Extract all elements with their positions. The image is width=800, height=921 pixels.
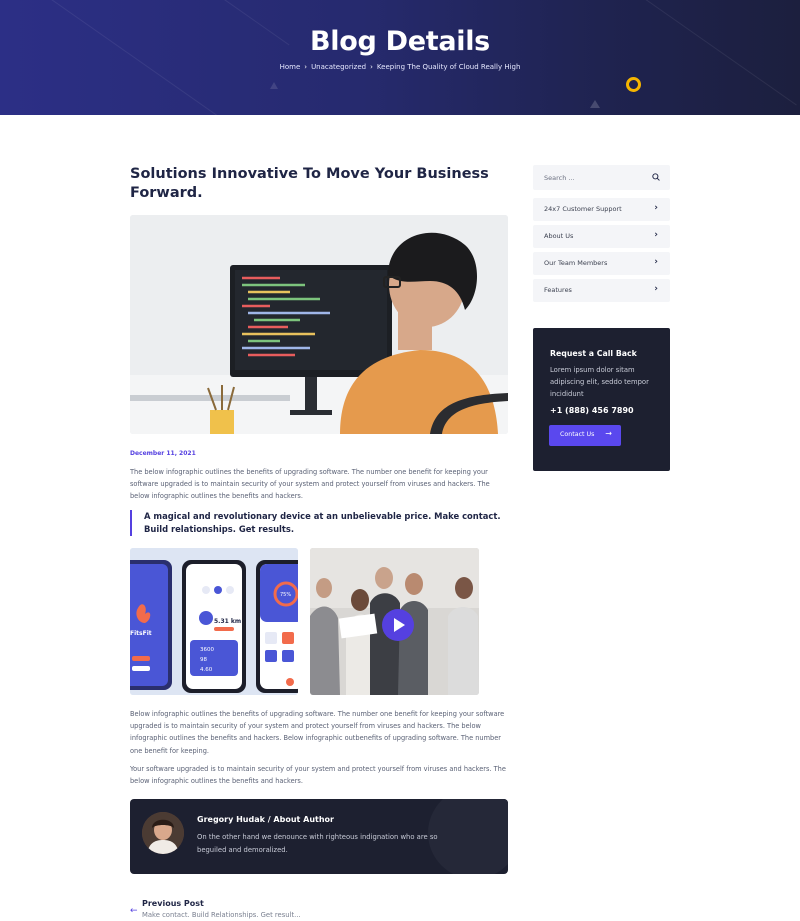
breadcrumb-category[interactable]: Unacategorized [311,63,366,71]
author-name: Gregory Hudak / About Author [197,815,334,824]
callback-title: Request a Call Back [550,349,637,358]
callback-text: Lorem ipsum dolor sitam adipiscing elit,… [550,366,649,398]
triangle-decoration-icon [590,100,600,108]
sidebar-item-features[interactable]: Features › [533,279,670,302]
app-distance-label: 5.31 km [214,618,241,625]
sidebar-item-about-us[interactable]: About Us › [533,225,670,248]
chevron-right-icon: › [654,203,658,213]
app-brand-label: FitsFit [130,630,152,637]
callback-widget: Request a Call Back Lorem ipsum dolor si… [533,328,670,471]
app-screens-image: FitsFit 5.31 km 3600 98 4.60 75% [130,548,298,695]
sidebar-item-label: Features [544,286,572,294]
post-title: Solutions Innovative To Move Your Busine… [130,166,489,201]
sidebar-item-label: Our Team Members [544,259,608,267]
video-thumbnail[interactable] [310,548,479,695]
chevron-right-icon: › [370,63,373,71]
post-date: December 11, 2021 [130,450,196,457]
avatar [142,812,184,854]
chevron-right-icon: › [654,257,658,267]
app-percent-label: 75% [280,592,291,598]
contact-us-label: Contact Us [560,431,595,438]
page-title: Blog Details [310,26,490,57]
author-bio: On the other hand we denounce with right… [197,833,438,854]
post-blockquote: A magical and revolutionary device at an… [130,510,508,536]
chevron-right-icon: › [304,63,308,71]
callback-phone[interactable]: +1 (888) 456 7890 [550,406,634,415]
page-hero: Blog Details Home › Unacategorized › Keeping… [0,0,800,115]
search-input[interactable] [533,165,643,190]
ring-decoration-icon [626,77,641,92]
hero-decoration [0,0,234,115]
search-icon[interactable] [652,173,660,181]
sidebar-item-team-members[interactable]: Our Team Members › [533,252,670,275]
arrow-left-icon: ← [130,906,138,916]
arrow-right-icon: → [605,429,612,438]
contact-us-button[interactable]: Contact Us → [549,425,621,446]
app-stat-label: 98 [200,657,207,663]
post-paragraph: Your software upgraded is to maintain se… [130,765,506,786]
post-paragraph: The below infographic outlines the benef… [130,468,490,501]
breadcrumb: Home › Unacategorized › Keeping The Quality … [0,63,800,71]
sidebar-item-label: About Us [544,232,574,240]
play-icon [394,618,405,632]
app-stat-label: 4.60 [200,667,213,673]
previous-post-title[interactable]: Make contact. Build Relationships. Get r… [142,911,301,919]
chevron-right-icon: › [654,230,658,240]
search-box [533,165,670,190]
sidebar-item-customer-support[interactable]: 24x7 Customer Support › [533,198,670,221]
author-box: Gregory Hudak / About Author On the othe… [130,799,508,874]
post-featured-image [130,215,508,434]
sidebar-item-label: 24x7 Customer Support [544,205,622,213]
triangle-decoration-icon [270,82,278,89]
chevron-right-icon: › [654,284,658,294]
post-paragraph: Below infographic outlines the benefits … [130,710,505,755]
app-stat-label: 3600 [200,647,214,653]
play-button[interactable] [382,609,414,641]
breadcrumb-current: Keeping The Quality of Cloud Really High [376,63,521,71]
previous-post-label[interactable]: Previous Post [142,899,204,908]
breadcrumb-home[interactable]: Home [280,63,301,71]
